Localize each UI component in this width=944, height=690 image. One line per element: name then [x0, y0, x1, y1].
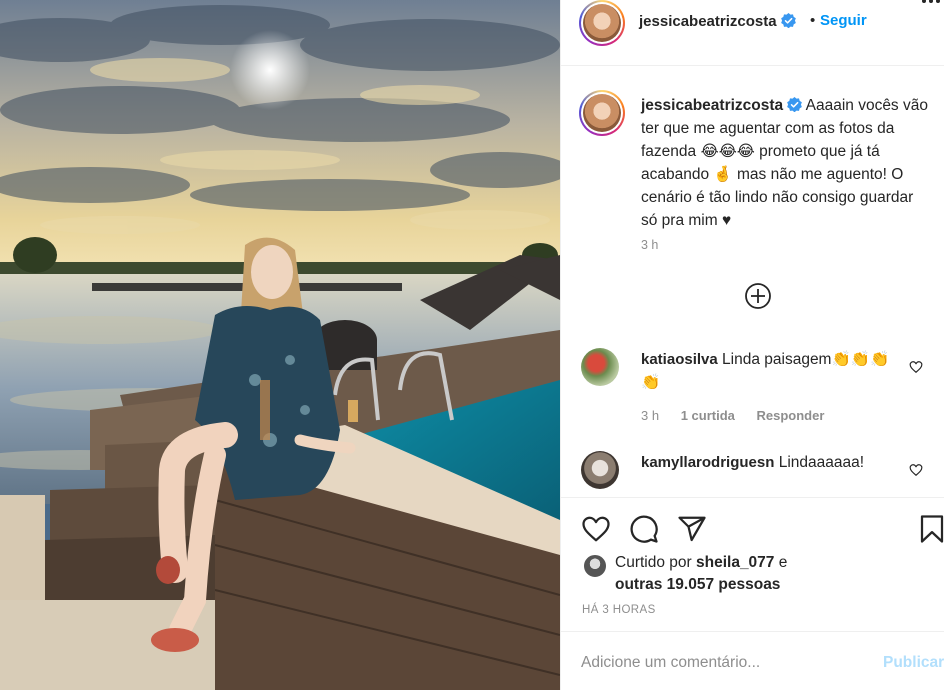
comment-timestamp: 3 h: [641, 408, 660, 423]
caption-username[interactable]: jessicabeatrizcosta: [641, 97, 803, 114]
caption-author-avatar[interactable]: [579, 90, 625, 136]
load-more-comments-icon[interactable]: [744, 282, 772, 310]
comment-input[interactable]: [581, 652, 861, 674]
likes-summary: Curtido por sheila_077 e: [615, 554, 787, 572]
separator-dot: •: [810, 12, 816, 29]
follow-button[interactable]: Seguir: [820, 12, 867, 29]
heart-icon[interactable]: [909, 463, 923, 477]
likes-connector: e: [778, 554, 788, 571]
caption-text: jessicabeatrizcosta Aaaain vocês vão ter…: [641, 94, 931, 232]
add-comment-bar: Publicar: [561, 631, 944, 690]
caption-timestamp: 3 h: [641, 238, 659, 252]
likes-prefix: Curtido por: [615, 554, 692, 571]
author-avatar[interactable]: [579, 0, 625, 46]
liked-by-username[interactable]: sheila_077: [696, 554, 774, 571]
heart-icon[interactable]: [581, 514, 611, 544]
verified-badge-icon: [787, 97, 803, 112]
author-username[interactable]: jessicabeatrizcosta: [639, 13, 796, 30]
more-options-icon[interactable]: [921, 0, 941, 8]
reply-button[interactable]: Responder: [757, 408, 825, 423]
liked-by-avatar[interactable]: [583, 554, 607, 578]
comment-likes[interactable]: 1 curtida: [681, 408, 735, 423]
share-icon[interactable]: [677, 514, 707, 544]
bookmark-icon[interactable]: [917, 514, 944, 544]
post-photo[interactable]: [0, 0, 560, 690]
comment-body: Lindaaaaaa!: [778, 454, 865, 471]
comment-text: kamyllarodriguesn Lindaaaaaa!: [641, 451, 901, 474]
comment-meta: 3 h 1 curtida Responder: [641, 408, 842, 423]
post-panel: jessicabeatrizcosta • Seguir jessicabeat…: [560, 0, 944, 690]
likes-others[interactable]: outras 19.057 pessoas: [615, 576, 780, 594]
post-header: jessicabeatrizcosta • Seguir: [561, 0, 944, 66]
comment-username[interactable]: kamyllarodriguesn: [641, 454, 774, 471]
publish-button[interactable]: Publicar: [883, 654, 944, 672]
comment-text: katiaosilva Linda paisagem👏👏👏👏: [641, 348, 901, 394]
heart-icon[interactable]: [909, 360, 923, 374]
comment-icon[interactable]: [629, 514, 659, 544]
caption-body: Aaaain vocês vão ter que me aguentar com…: [641, 97, 928, 229]
comment-avatar[interactable]: [581, 451, 619, 489]
post-timestamp: HÁ 3 HORAS: [582, 604, 656, 616]
comment-avatar[interactable]: [581, 348, 619, 386]
post-actions: Curtido por sheila_077 e outras 19.057 p…: [561, 497, 944, 631]
verified-badge-icon: [780, 13, 796, 28]
post-photo-image: [0, 0, 560, 690]
comment-username[interactable]: katiaosilva: [641, 351, 718, 368]
